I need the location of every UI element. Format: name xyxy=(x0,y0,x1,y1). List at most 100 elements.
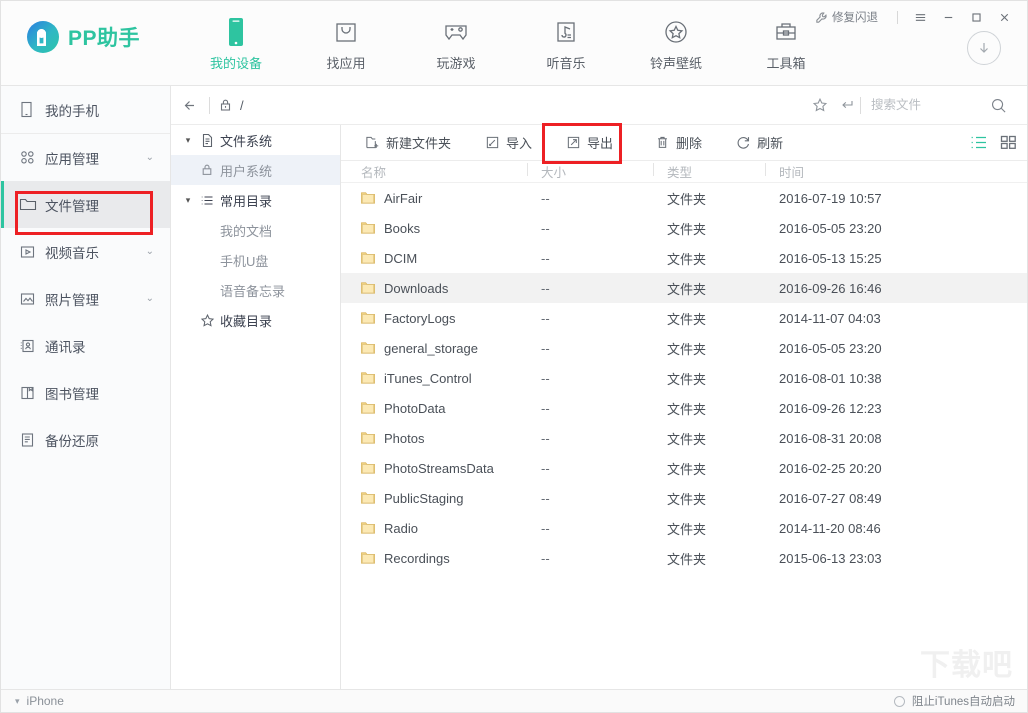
table-row[interactable]: Books--文件夹2016-05-05 23:20 xyxy=(341,213,1028,243)
tree-node-voice-memos[interactable]: 语音备忘录 xyxy=(171,275,340,305)
nav-item-find-apps[interactable]: 找应用 xyxy=(291,9,401,72)
tree-node-file-system[interactable]: ▾ 文件系统 xyxy=(171,125,340,155)
hamburger-menu-icon[interactable] xyxy=(907,6,933,28)
close-icon[interactable] xyxy=(991,6,1017,28)
tree-node-my-documents[interactable]: 我的文档 xyxy=(171,215,340,245)
tree-node-label: 用户系统 xyxy=(220,161,272,180)
address-bar-right xyxy=(806,97,1028,114)
table-row[interactable]: DCIM--文件夹2016-05-13 15:25 xyxy=(341,243,1028,273)
address-bar: / xyxy=(171,86,1028,125)
radio-unchecked-icon[interactable] xyxy=(894,696,905,707)
file-name: PhotoStreamsData xyxy=(384,461,494,476)
file-name-cell: PhotoData xyxy=(341,401,541,416)
column-header-type[interactable]: 类型 xyxy=(667,162,779,181)
toolbar-button-label: 删除 xyxy=(676,133,702,152)
file-size-cell: -- xyxy=(541,461,667,476)
file-list-header: 名称 大小 类型 时间 xyxy=(341,161,1028,183)
wrench-icon xyxy=(815,11,828,24)
grid-view-icon[interactable] xyxy=(1000,135,1017,150)
tree-node-common-directories[interactable]: ▾ 常用目录 xyxy=(171,185,340,215)
nav-item-play-games[interactable]: 玩游戏 xyxy=(401,9,511,72)
table-row[interactable]: PublicStaging--文件夹2016-07-27 08:49 xyxy=(341,483,1028,513)
itunes-block-option[interactable]: 阻止iTunes自动启动 xyxy=(894,693,1028,709)
sidebar-item-app-management[interactable]: 应用管理 ⌄ xyxy=(1,134,170,181)
file-name-cell: PublicStaging xyxy=(341,491,541,506)
star-circle-icon xyxy=(621,13,731,51)
file-name: PhotoData xyxy=(384,401,445,416)
delete-button[interactable]: 删除 xyxy=(645,129,712,156)
phone-outline-icon xyxy=(19,101,43,118)
file-size-cell: -- xyxy=(541,221,667,236)
table-row[interactable]: FactoryLogs--文件夹2014-11-07 04:03 xyxy=(341,303,1028,333)
export-button[interactable]: 导出 xyxy=(556,129,623,156)
sidebar-item-my-phone[interactable]: 我的手机 xyxy=(1,86,170,133)
chevron-down-icon: ⌄ xyxy=(146,293,154,304)
minimize-icon[interactable] xyxy=(935,6,961,28)
refresh-button[interactable]: 刷新 xyxy=(726,129,793,156)
maximize-icon[interactable] xyxy=(963,6,989,28)
column-header-time[interactable]: 时间 xyxy=(779,162,979,181)
itunes-block-label: 阻止iTunes自动启动 xyxy=(912,693,1015,709)
file-name: PublicStaging xyxy=(384,491,464,506)
column-header-name[interactable]: 名称 xyxy=(341,162,541,181)
sidebar-item-backup-restore[interactable]: 备份还原 xyxy=(1,416,170,463)
folder-icon xyxy=(361,402,375,414)
table-row[interactable]: Photos--文件夹2016-08-31 20:08 xyxy=(341,423,1028,453)
nav-item-ringtone-wallpaper[interactable]: 铃声壁纸 xyxy=(621,9,731,72)
nav-label: 玩游戏 xyxy=(401,53,511,72)
file-type-cell: 文件夹 xyxy=(667,489,779,508)
star-icon[interactable] xyxy=(806,97,833,113)
new-folder-icon xyxy=(365,135,380,150)
nav-item-listen-music[interactable]: 听音乐 xyxy=(511,9,621,72)
table-row[interactable]: general_storage--文件夹2016-05-05 23:20 xyxy=(341,333,1028,363)
sidebar-item-contacts[interactable]: 通讯录 xyxy=(1,322,170,369)
table-row[interactable]: Radio--文件夹2014-11-20 08:46 xyxy=(341,513,1028,543)
expand-arrow-icon[interactable]: ▾ xyxy=(179,135,197,146)
table-row[interactable]: Recordings--文件夹2015-06-13 23:03 xyxy=(341,543,1028,573)
expand-arrow-icon[interactable]: ▾ xyxy=(179,195,197,206)
enter-return-icon[interactable] xyxy=(833,97,860,113)
file-time-cell: 2014-11-07 04:03 xyxy=(779,311,979,326)
file-name: general_storage xyxy=(384,341,478,356)
table-row[interactable]: AirFair--文件夹2016-07-19 10:57 xyxy=(341,183,1028,213)
table-row[interactable]: PhotoStreamsData--文件夹2016-02-25 20:20 xyxy=(341,453,1028,483)
file-time-cell: 2016-07-27 08:49 xyxy=(779,491,979,506)
sidebar: 我的手机 应用管理 ⌄ 文件管理 视频音乐 ⌄ xyxy=(1,86,171,691)
app-logo[interactable]: PP助手 xyxy=(27,21,140,53)
folder-icon xyxy=(361,282,375,294)
tree-node-user-system[interactable]: 用户系统 xyxy=(171,155,340,185)
sidebar-item-video-music[interactable]: 视频音乐 ⌄ xyxy=(1,228,170,275)
divider xyxy=(860,97,861,114)
new-folder-button[interactable]: 新建文件夹 xyxy=(355,129,461,156)
back-arrow-icon[interactable] xyxy=(171,98,209,113)
sidebar-item-book-management[interactable]: 图书管理 xyxy=(1,369,170,416)
sidebar-item-photo-management[interactable]: 照片管理 ⌄ xyxy=(1,275,170,322)
folder-icon xyxy=(361,492,375,504)
tree-node-phone-usb[interactable]: 手机U盘 xyxy=(171,245,340,275)
tree-node-favorites[interactable]: 收藏目录 xyxy=(171,305,340,335)
toolbar-button-label: 导出 xyxy=(587,133,613,152)
apps-grid-icon xyxy=(19,149,43,166)
table-row[interactable]: PhotoData--文件夹2016-09-26 12:23 xyxy=(341,393,1028,423)
column-header-size[interactable]: 大小 xyxy=(541,162,667,181)
search-input[interactable] xyxy=(871,98,981,112)
download-arrow-icon[interactable] xyxy=(967,31,1001,65)
sidebar-item-file-management[interactable]: 文件管理 xyxy=(1,181,170,228)
path-breadcrumb[interactable]: / xyxy=(240,98,244,113)
trash-icon xyxy=(655,135,670,150)
status-device[interactable]: ▾ iPhone xyxy=(1,694,64,708)
pp-assistant-window: PP助手 我的设备 找应用 玩游戏 xyxy=(0,0,1028,713)
table-row[interactable]: Downloads--文件夹2016-09-26 16:46 xyxy=(341,273,1028,303)
fix-crash-button[interactable]: 修复闪退 xyxy=(809,7,884,27)
nav-item-my-device[interactable]: 我的设备 xyxy=(181,9,291,72)
folder-icon xyxy=(361,342,375,354)
file-size-cell: -- xyxy=(541,341,667,356)
list-view-icon[interactable] xyxy=(970,135,988,150)
backup-icon xyxy=(19,432,43,448)
import-button[interactable]: 导入 xyxy=(475,129,542,156)
file-time-cell: 2016-05-05 23:20 xyxy=(779,341,979,356)
search-icon[interactable] xyxy=(981,97,1015,114)
file-time-cell: 2015-06-13 23:03 xyxy=(779,551,979,566)
tree-node-label: 常用目录 xyxy=(220,191,272,210)
table-row[interactable]: iTunes_Control--文件夹2016-08-01 10:38 xyxy=(341,363,1028,393)
